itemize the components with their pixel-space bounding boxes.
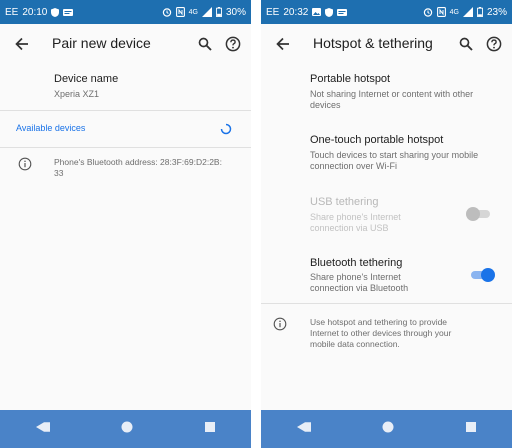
notification-icon [337,8,348,16]
nav-home-icon[interactable] [120,420,134,439]
info-line: Use hotspot and tethering to provide [310,317,448,327]
info-line: mobile data connection. [310,339,400,349]
summary-line: Touch devices to start sharing your mobi… [310,150,479,160]
summary-line: Not sharing Internet or content with oth… [310,89,474,99]
nav-recents-icon[interactable] [204,420,216,438]
device-name-label: Device name [54,73,119,85]
navigation-bar [0,410,251,448]
summary-line: Share phone's Internet [310,212,401,222]
alarm-icon [423,7,433,17]
search-icon[interactable] [195,34,215,54]
usb-tethering-summary: Share phone's Internet connection via US… [310,212,401,234]
battery-percent: 23% [486,6,507,18]
notification-icon [63,8,74,16]
portable-hotspot-title: Portable hotspot [310,73,391,85]
navigation-bar [261,410,512,448]
app-bar: Hotspot & tethering [261,24,512,64]
battery-icon [216,7,222,17]
bluetooth-address-text: Phone's Bluetooth address: 28:3F:69:D2:2… [54,157,222,179]
info-line: Internet to other devices through your [310,328,452,338]
back-arrow-icon[interactable] [12,34,32,54]
bluetooth-tethering-row[interactable]: Bluetooth tethering Share phone's Intern… [261,247,512,301]
summary-line: devices [310,100,341,110]
nfc-icon [175,7,185,17]
help-icon[interactable] [484,34,504,54]
bluetooth-address-line: Phone's Bluetooth address: 28:3F:69:D2:2… [54,157,222,167]
summary-line: connection over Wi-Fi [310,161,398,171]
clock: 20:10 [22,6,48,18]
image-notification-icon [312,8,322,16]
back-arrow-icon[interactable] [273,34,293,54]
bluetooth-tethering-summary: Share phone's Internet connection via Bl… [310,272,408,294]
page-title: Hotspot & tethering [313,35,433,51]
hotspot-info-text: Use hotspot and tethering to provide Int… [310,317,451,350]
bluetooth-tethering-title: Bluetooth tethering [310,257,403,269]
carrier-label: EE [266,6,280,18]
clock: 20:32 [283,6,309,18]
page-title: Pair new device [52,35,151,51]
usb-tethering-title: USB tethering [310,196,379,208]
bluetooth-tethering-switch[interactable] [469,267,495,283]
shield-icon [51,7,60,17]
alarm-icon [162,7,172,17]
nav-back-icon[interactable] [296,420,312,438]
nav-recents-icon[interactable] [465,420,477,438]
spinner-icon [220,122,232,140]
divider [0,147,251,148]
device-name-value: Xperia XZ1 [54,89,100,99]
summary-line: connection via Bluetooth [310,283,409,293]
nav-back-icon[interactable] [35,420,51,438]
switch-knob [481,268,495,282]
summary-line: Share phone's Internet [310,272,401,282]
app-bar: Pair new device [0,24,251,64]
signal-icon [201,7,212,17]
battery-percent: 30% [225,6,246,18]
info-icon [18,157,32,171]
network-type: 4G [449,8,459,16]
help-icon[interactable] [223,34,243,54]
summary-line: connection via USB [310,223,389,233]
nfc-icon [436,7,446,17]
network-type: 4G [188,8,198,16]
search-icon[interactable] [456,34,476,54]
portable-hotspot-row[interactable]: Portable hotspot Not sharing Internet or… [261,64,512,122]
switch-knob [466,207,480,221]
signal-icon [462,7,473,17]
one-touch-hotspot-row[interactable]: One-touch portable hotspot Touch devices… [261,124,512,182]
content: Portable hotspot Not sharing Internet or… [261,64,512,410]
available-devices-header: Available devices [0,111,251,147]
usb-tethering-switch [466,206,492,222]
nav-home-icon[interactable] [381,420,395,439]
device-name-row[interactable]: Device name Xperia XZ1 [0,64,251,110]
usb-tethering-row: USB tethering Share phone's Internet con… [261,186,512,244]
shield-icon [325,7,334,17]
status-bar: EE 20:32 4G 23% [261,0,512,24]
one-touch-hotspot-title: One-touch portable hotspot [310,134,444,146]
one-touch-hotspot-summary: Touch devices to start sharing your mobi… [310,150,478,172]
divider [261,303,512,304]
pair-new-device-screen: EE 20:10 4G 30% Pair new device Device n… [0,0,251,448]
bluetooth-address-line: 33 [54,168,64,178]
status-bar: EE 20:10 4G 30% [0,0,251,24]
hotspot-tethering-screen: EE 20:32 4G 23% Hotspot & tethering Port… [261,0,512,448]
portable-hotspot-summary: Not sharing Internet or content with oth… [310,89,473,111]
carrier-label: EE [5,6,19,18]
content: Device name Xperia XZ1 Available devices… [0,64,251,410]
info-icon [273,317,287,331]
available-devices-label: Available devices [16,123,86,133]
battery-icon [477,7,483,17]
